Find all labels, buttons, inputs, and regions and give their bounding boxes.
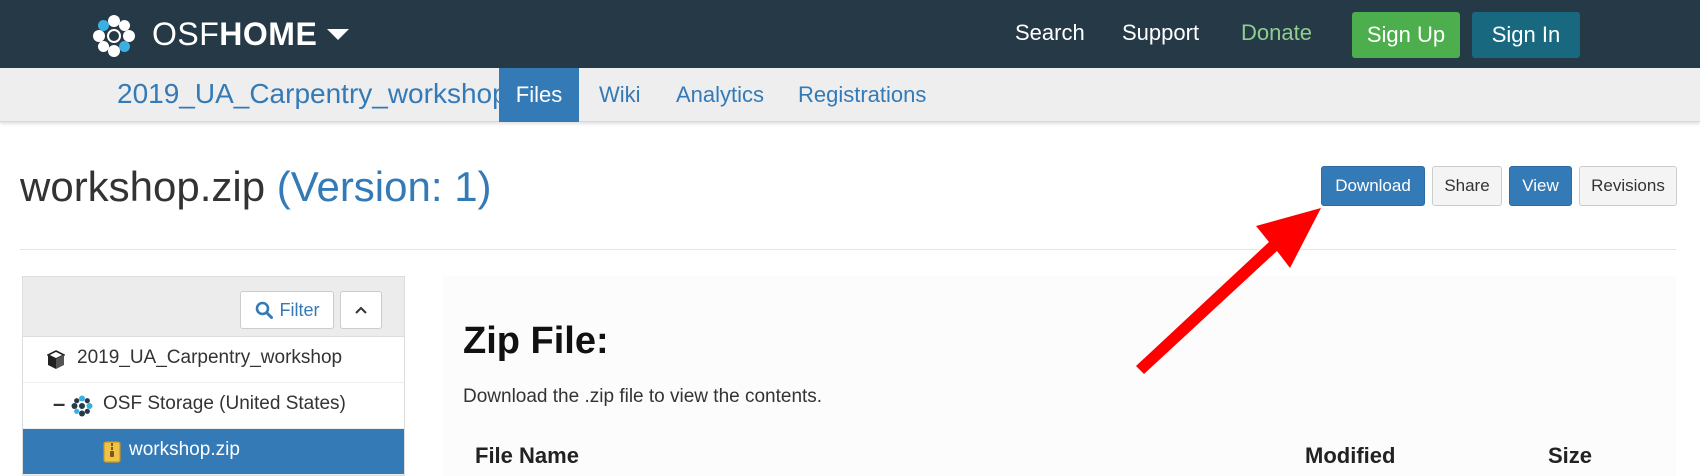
revisions-button[interactable]: Revisions xyxy=(1579,166,1677,206)
tree-label-project: 2019_UA_Carpentry_workshop xyxy=(77,347,343,368)
tree-label-workshop-zip: workshop.zip xyxy=(129,439,240,460)
collapse-button[interactable] xyxy=(340,291,382,329)
zip-preview-description: Download the .zip file to view the conte… xyxy=(463,386,823,407)
zip-preview-title: Zip File: xyxy=(463,320,609,362)
brand-bold-text: HOME xyxy=(219,16,318,52)
sign-up-button[interactable]: Sign Up xyxy=(1352,12,1460,58)
tab-wiki[interactable]: Wiki xyxy=(579,68,661,122)
file-tree-panel: Filter 2019_UA_Carpentry_workshop – OSF … xyxy=(22,276,405,476)
share-button[interactable]: Share xyxy=(1432,166,1502,206)
column-header-file-name: File Name xyxy=(475,443,579,468)
tree-label-osf-storage: OSF Storage (United States) xyxy=(103,393,346,414)
osf-home-menu[interactable]: OSF HOME xyxy=(152,16,350,53)
top-navbar: OSF HOME Search Support Donate Sign Up S… xyxy=(0,0,1700,68)
nav-donate-link[interactable]: Donate xyxy=(1241,20,1312,46)
sign-in-button[interactable]: Sign In xyxy=(1472,12,1580,58)
file-tree-toolbar: Filter xyxy=(23,277,404,337)
file-name: workshop.zip xyxy=(20,163,266,210)
caret-down-icon xyxy=(327,29,350,40)
tab-registrations[interactable]: Registrations xyxy=(778,68,946,122)
project-navbar: 2019_UA_Carpentry_workshop Files Wiki An… xyxy=(0,68,1700,122)
brand-light-text: OSF xyxy=(152,16,220,52)
tree-row-osf-storage[interactable]: – OSF Storage (United States) xyxy=(23,383,404,429)
red-arrow-icon xyxy=(1136,208,1321,374)
tree-toggle-collapse[interactable]: – xyxy=(53,391,65,417)
file-title: workshop.zip (Version: 1) xyxy=(20,163,492,211)
tab-files[interactable]: Files xyxy=(499,68,579,122)
tree-row-workshop-zip[interactable]: workshop.zip xyxy=(23,429,404,475)
project-cube-icon xyxy=(47,350,65,370)
nav-search-link[interactable]: Search xyxy=(1015,20,1085,46)
nav-support-link[interactable]: Support xyxy=(1122,20,1199,46)
search-icon xyxy=(255,301,273,319)
osf-storage-icon xyxy=(71,395,93,417)
zip-file-icon xyxy=(103,441,121,463)
filter-button[interactable]: Filter xyxy=(240,291,334,329)
header-divider xyxy=(20,249,1676,250)
project-title-link[interactable]: 2019_UA_Carpentry_workshop xyxy=(117,78,508,110)
chevron-up-icon xyxy=(355,306,367,314)
tab-analytics[interactable]: Analytics xyxy=(656,68,784,122)
column-header-modified: Modified xyxy=(1305,443,1396,468)
tree-row-project[interactable]: 2019_UA_Carpentry_workshop xyxy=(23,337,404,383)
download-button[interactable]: Download xyxy=(1321,166,1425,206)
view-button[interactable]: View xyxy=(1509,166,1572,206)
column-header-size: Size xyxy=(1548,443,1593,468)
file-preview-area xyxy=(442,276,1676,476)
osf-logo-icon[interactable] xyxy=(92,14,136,58)
file-version: (Version: 1) xyxy=(276,163,492,210)
filter-label: Filter xyxy=(279,299,320,320)
